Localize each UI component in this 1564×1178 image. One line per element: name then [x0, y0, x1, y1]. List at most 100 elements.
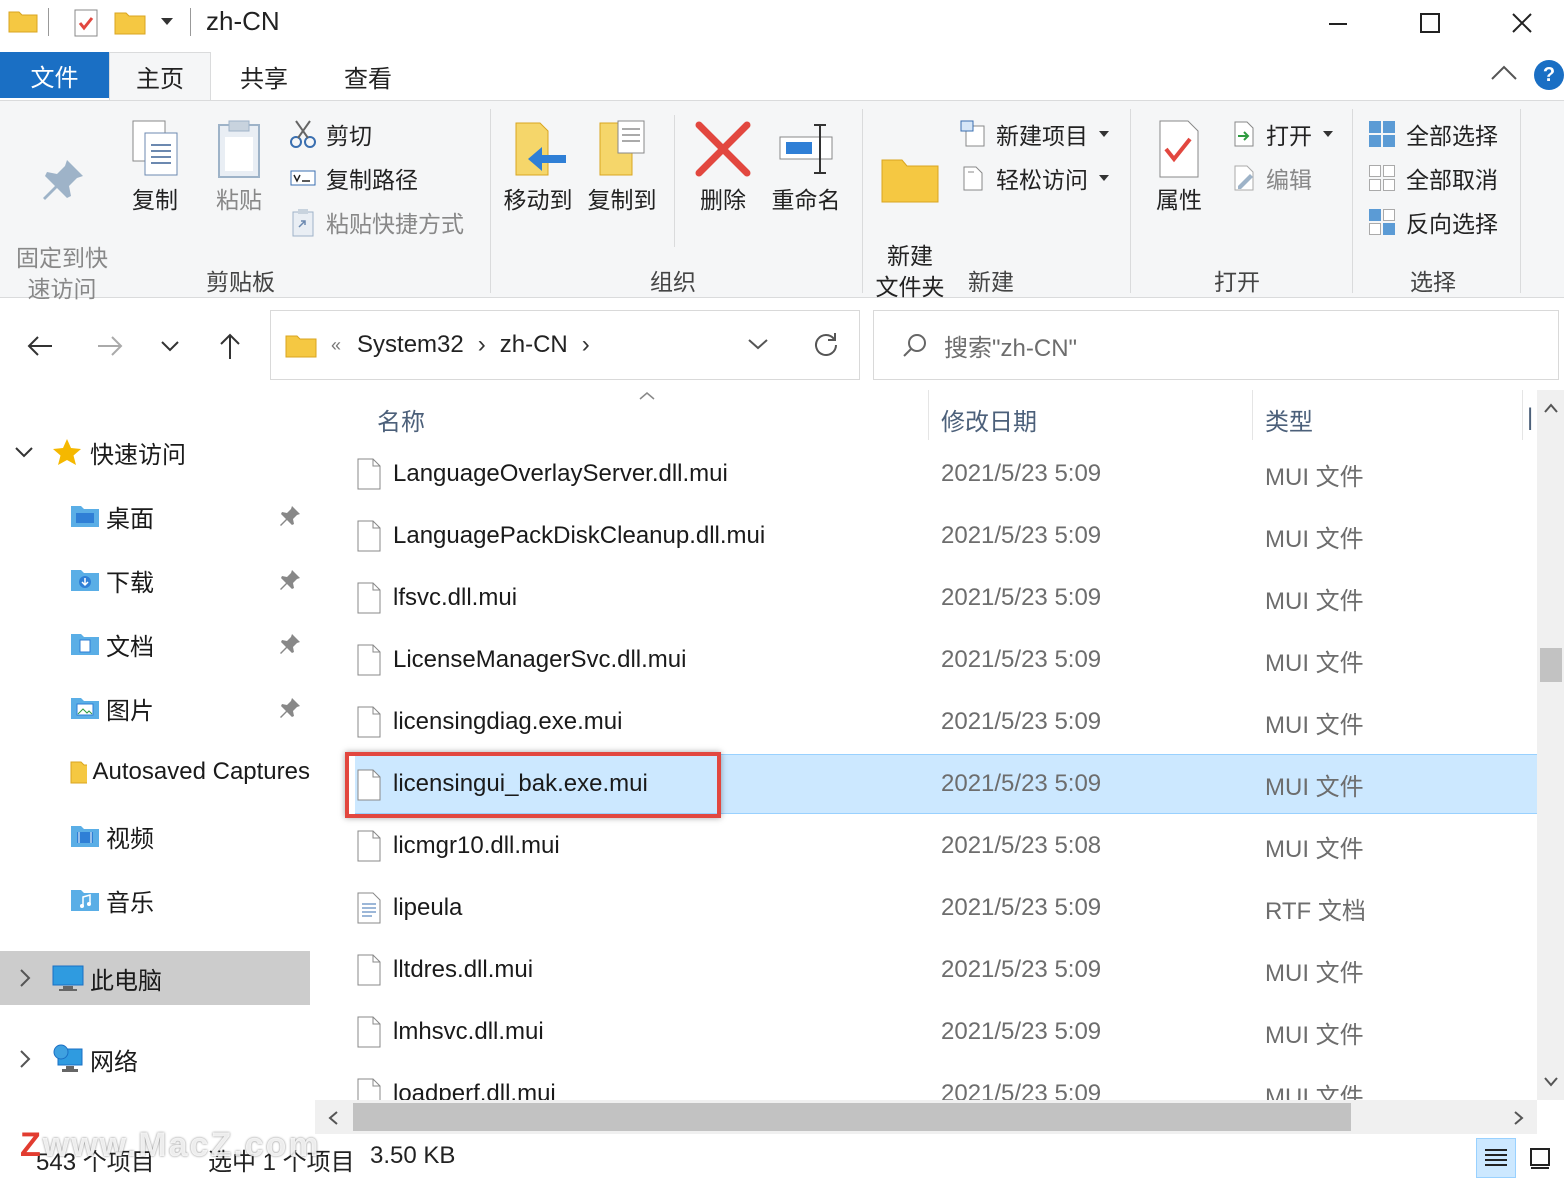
move-to-button[interactable]: 移动到 [500, 119, 576, 216]
close-button[interactable] [1476, 0, 1564, 46]
breadcrumb-separator[interactable]: › [582, 331, 590, 359]
forward-button[interactable] [90, 326, 130, 366]
nav-item-pictures[interactable]: 图片 [0, 680, 310, 736]
easy-access-button[interactable]: 轻松访问 [960, 161, 1110, 195]
back-button[interactable] [20, 326, 60, 366]
table-row[interactable]: lipeula 2021/5/23 5:09 RTF 文档 [345, 878, 1537, 938]
rename-label: 重命名 [771, 187, 841, 213]
horizontal-scrollbar[interactable] [315, 1100, 1537, 1134]
table-row[interactable]: LanguageOverlayServer.dll.mui 2021/5/23 … [345, 444, 1537, 504]
nav-item-downloads[interactable]: 下载 [0, 552, 310, 608]
collapse-ribbon-icon[interactable] [1490, 62, 1518, 82]
table-row[interactable]: licensingdiag.exe.mui 2021/5/23 5:09 MUI… [345, 692, 1537, 752]
tab-view[interactable]: 查看 [318, 52, 418, 100]
column-header-overflow[interactable]: | [1527, 404, 1537, 430]
table-row[interactable]: loadperf.dll.mui 2021/5/23 5:09 MUI 文件 [345, 1064, 1537, 1100]
copy-button[interactable]: 复制 [124, 119, 186, 216]
nav-item-videos[interactable]: 视频 [0, 808, 310, 864]
invert-selection-button[interactable]: 反向选择 [1368, 205, 1498, 239]
breadcrumb-separator[interactable]: › [478, 331, 486, 359]
file-name: lltdres.dll.mui [393, 956, 534, 983]
customize-quick-access-icon[interactable] [160, 16, 174, 26]
pin-icon[interactable] [278, 696, 302, 720]
paste-shortcut-button[interactable]: 粘贴快捷方式 [290, 205, 464, 239]
breadcrumb-system32[interactable]: System32 [357, 331, 464, 359]
select-all-button[interactable]: 全部选择 [1368, 117, 1498, 151]
new-item-button[interactable]: 新建项目 [960, 117, 1110, 151]
horizontal-scroll-thumb[interactable] [353, 1103, 1351, 1131]
delete-label: 删除 [700, 187, 746, 213]
watermark-logo: Z [20, 1126, 43, 1164]
tab-share[interactable]: 共享 [214, 52, 314, 100]
column-header-name[interactable]: 名称 [377, 402, 425, 437]
paste-shortcut-icon [292, 209, 314, 237]
nav-item-network[interactable]: 网络 [0, 1031, 310, 1087]
table-row[interactable]: licmgr10.dll.mui 2021/5/23 5:08 MUI 文件 [345, 816, 1537, 876]
pin-to-quick-access-button[interactable]: 固定到快 速访问 [10, 125, 114, 305]
refresh-icon[interactable] [813, 331, 839, 357]
tab-home[interactable]: 主页 [109, 52, 211, 100]
expand-chevron-right-icon[interactable] [18, 1049, 32, 1069]
search-input[interactable]: 搜索"zh-CN" [944, 328, 1077, 363]
edit-button[interactable]: 编辑 [1232, 161, 1312, 195]
open-icon [1234, 121, 1254, 147]
vertical-scrollbar[interactable] [1537, 390, 1564, 1100]
up-button[interactable] [210, 326, 250, 366]
cut-label: 剪切 [326, 123, 372, 149]
address-dropdown-icon[interactable] [747, 337, 769, 351]
help-button[interactable]: ? [1534, 60, 1564, 90]
copy-to-button[interactable]: 复制到 [584, 119, 660, 216]
nav-item-documents[interactable]: 文档 [0, 616, 310, 672]
nav-item-desktop[interactable]: 桌面 [0, 488, 310, 544]
back-arrow-icon [27, 336, 52, 356]
minimize-button[interactable] [1292, 0, 1384, 46]
rename-button[interactable]: 重命名 [768, 119, 844, 216]
select-none-button[interactable]: 全部取消 [1368, 161, 1498, 195]
pin-icon[interactable] [278, 632, 302, 656]
properties-button[interactable]: 属性 [1146, 119, 1212, 216]
scroll-left-icon[interactable] [327, 1110, 339, 1126]
pin-icon[interactable] [278, 504, 302, 528]
table-row[interactable]: LicenseManagerSvc.dll.mui 2021/5/23 5:09… [345, 630, 1537, 690]
address-bar[interactable]: « System32 › zh-CN › [270, 310, 860, 380]
delete-button[interactable]: 删除 [688, 119, 758, 216]
cut-button[interactable]: 剪切 [290, 117, 372, 151]
file-name: loadperf.dll.mui [393, 1080, 556, 1100]
expand-chevron-right-icon[interactable] [18, 968, 32, 988]
column-header-type[interactable]: 类型 [1265, 402, 1313, 437]
table-row[interactable]: LanguagePackDiskCleanup.dll.mui 2021/5/2… [345, 506, 1537, 566]
open-button[interactable]: 打开 [1232, 117, 1334, 151]
maximize-button[interactable] [1384, 0, 1476, 46]
details-view-button[interactable] [1476, 1138, 1516, 1178]
column-header-date[interactable]: 修改日期 [941, 402, 1037, 437]
table-row[interactable]: lfsvc.dll.mui 2021/5/23 5:09 MUI 文件 [345, 568, 1537, 628]
breadcrumb-zh-cn[interactable]: zh-CN [500, 331, 568, 359]
recent-locations-button[interactable] [150, 326, 190, 366]
large-icons-view-button[interactable] [1520, 1138, 1560, 1178]
file-icon [357, 1016, 381, 1048]
scroll-down-icon[interactable] [1543, 1076, 1559, 1088]
nav-item-this-pc[interactable]: 此电脑 [0, 951, 310, 1005]
folder-icon [8, 11, 38, 33]
navigation-pane: 快速访问 桌面 下载 文档 图片 Autosaved Captures 视频 音… [0, 390, 312, 1130]
paste-button[interactable]: 粘贴 [208, 119, 270, 216]
table-row[interactable]: lmhsvc.dll.mui 2021/5/23 5:09 MUI 文件 [345, 1002, 1537, 1062]
select-group-label: 选择 [1410, 269, 1456, 295]
pin-icon[interactable] [278, 568, 302, 592]
tab-file[interactable]: 文件 [0, 52, 109, 98]
scroll-right-icon[interactable] [1513, 1110, 1525, 1126]
new-folder-quick-icon[interactable] [114, 8, 146, 36]
new-folder-button[interactable]: 新建 文件夹 [870, 125, 950, 303]
vertical-scroll-thumb[interactable] [1540, 648, 1562, 682]
search-box[interactable]: 搜索"zh-CN" [873, 310, 1559, 380]
properties-quick-icon[interactable] [72, 8, 100, 38]
copy-path-button[interactable]: 复制路径 [290, 161, 418, 195]
expand-chevron-icon[interactable] [14, 445, 34, 459]
nav-item-music[interactable]: 音乐 [0, 872, 310, 928]
nav-item-autosaved-captures[interactable]: Autosaved Captures [0, 744, 310, 800]
address-overflow[interactable]: « [331, 335, 341, 356]
table-row[interactable]: lltdres.dll.mui 2021/5/23 5:09 MUI 文件 [345, 940, 1537, 1000]
scroll-up-icon[interactable] [1543, 402, 1559, 414]
nav-quick-access[interactable]: 快速访问 [0, 424, 310, 480]
new-group-label: 新建 [968, 269, 1014, 295]
